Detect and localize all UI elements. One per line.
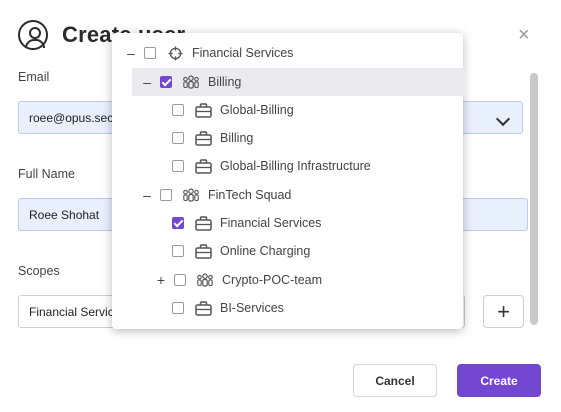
briefcase-icon: [194, 130, 212, 146]
tree-item[interactable]: – Billing: [132, 68, 466, 96]
briefcase-icon: [194, 243, 212, 259]
team-icon: [182, 74, 200, 90]
tree-item-checkbox[interactable]: [144, 47, 156, 59]
tree-item-label: Financial Services: [192, 46, 294, 60]
tree-item[interactable]: Billing: [112, 124, 463, 152]
tree-item[interactable]: Global-Billing Infrastructure: [112, 152, 463, 180]
collapse-icon[interactable]: –: [126, 45, 136, 61]
briefcase-icon: [194, 158, 212, 174]
tree-item-checkbox[interactable]: [172, 104, 184, 116]
tree-item[interactable]: BI-Services: [112, 294, 463, 322]
briefcase-icon: [194, 102, 212, 118]
tree-item-label: Financial Services: [220, 216, 322, 230]
tree-item[interactable]: + Crypto-POC-team: [112, 266, 463, 294]
tree-item[interactable]: Global-Billing: [112, 96, 463, 124]
tree-item-label: Billing: [208, 75, 242, 89]
collapse-icon[interactable]: –: [142, 187, 152, 203]
team-icon: [182, 187, 200, 203]
create-button[interactable]: Create: [457, 364, 541, 397]
team-icon: [196, 272, 214, 288]
tree-item-label: Online Charging: [220, 244, 311, 258]
tree-item-label: Global-Billing Infrastructure: [220, 159, 371, 173]
tree-item[interactable]: Online Charging: [112, 237, 463, 265]
chevron-down-icon[interactable]: [495, 111, 511, 127]
add-scope-button[interactable]: +: [483, 295, 524, 328]
tree-item-checkbox[interactable]: [160, 189, 172, 201]
collapse-icon[interactable]: –: [142, 74, 152, 90]
scope-tree-dropdown: – Financial Services – Billing Global-Billin…: [112, 33, 466, 329]
full-name-value: Roee Shohat: [29, 207, 100, 222]
dialog-scrollbar[interactable]: [530, 73, 538, 325]
tree-item-checkbox[interactable]: [160, 76, 172, 88]
crosshair-icon: [166, 45, 184, 61]
tree-item-label: BI-Services: [220, 301, 284, 315]
tree-item-checkbox[interactable]: [172, 217, 184, 229]
tree-item-label: Crypto-POC-team: [222, 273, 323, 287]
scopes-value: Financial Servic: [29, 304, 114, 319]
tree-item[interactable]: Financial Services: [112, 209, 463, 237]
tree-item-checkbox[interactable]: [174, 274, 186, 286]
scopes-label: Scopes: [18, 264, 60, 278]
briefcase-icon: [194, 300, 212, 316]
tree-item-checkbox[interactable]: [172, 132, 184, 144]
expand-icon[interactable]: +: [156, 272, 166, 288]
tree-item[interactable]: – FinTech Squad: [112, 181, 463, 209]
briefcase-icon: [194, 215, 212, 231]
email-value: roee@opus.secu: [29, 110, 120, 125]
tree-item-label: Global-Billing: [220, 103, 294, 117]
tree-item-checkbox[interactable]: [172, 160, 184, 172]
tree-item-label: FinTech Squad: [208, 188, 292, 202]
email-label: Email: [18, 70, 50, 84]
close-icon[interactable]: ×: [518, 24, 530, 47]
user-icon: [18, 20, 48, 50]
cancel-button[interactable]: Cancel: [353, 364, 437, 397]
tree-item[interactable]: – Financial Services: [112, 39, 463, 67]
tree-item-checkbox[interactable]: [172, 245, 184, 257]
tree-item-label: Billing: [220, 131, 254, 145]
full-name-label: Full Name: [18, 167, 75, 181]
tree-item-checkbox[interactable]: [172, 302, 184, 314]
